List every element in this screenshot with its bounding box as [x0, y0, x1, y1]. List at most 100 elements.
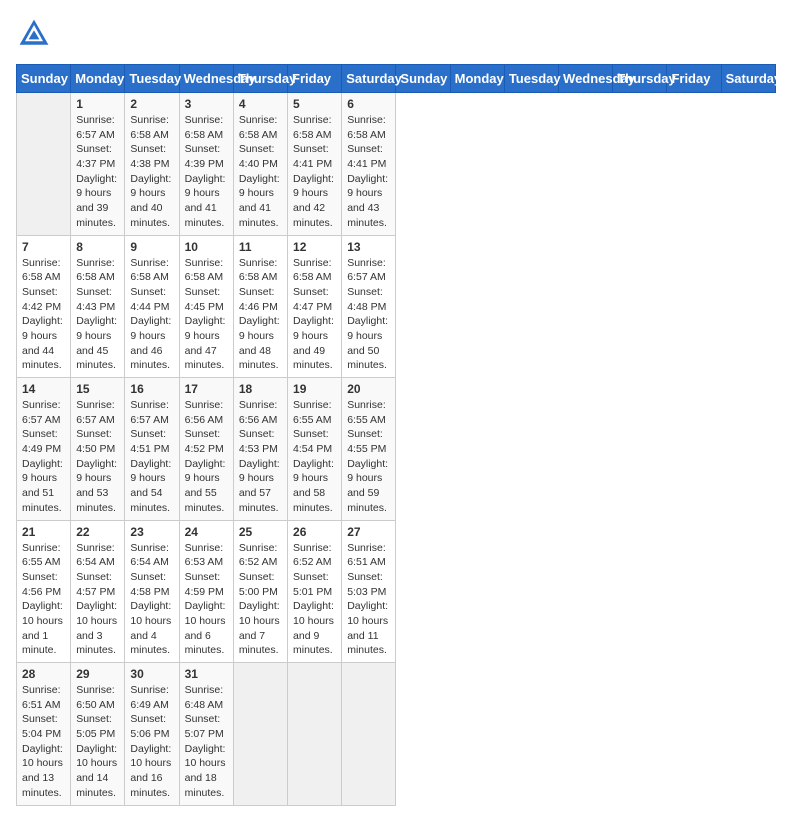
day-number: 18 [239, 382, 282, 396]
calendar-cell: 20 Sunrise: 6:55 AMSunset: 4:55 PMDaylig… [342, 378, 396, 521]
day-number: 15 [76, 382, 119, 396]
header-day-saturday: Saturday [721, 65, 775, 93]
day-info: Sunrise: 6:49 AMSunset: 5:06 PMDaylight:… [130, 683, 173, 801]
day-number: 6 [347, 97, 390, 111]
header-wednesday: Wednesday [179, 65, 233, 93]
calendar-cell: 8 Sunrise: 6:58 AMSunset: 4:43 PMDayligh… [71, 235, 125, 378]
day-info: Sunrise: 6:58 AMSunset: 4:47 PMDaylight:… [293, 256, 336, 374]
day-info: Sunrise: 6:57 AMSunset: 4:50 PMDaylight:… [76, 398, 119, 516]
calendar-cell: 3 Sunrise: 6:58 AMSunset: 4:39 PMDayligh… [179, 93, 233, 236]
calendar-cell: 10 Sunrise: 6:58 AMSunset: 4:45 PMDaylig… [179, 235, 233, 378]
header-tuesday: Tuesday [125, 65, 179, 93]
day-number: 13 [347, 240, 390, 254]
day-info: Sunrise: 6:52 AMSunset: 5:01 PMDaylight:… [293, 541, 336, 659]
calendar-cell: 27 Sunrise: 6:51 AMSunset: 5:03 PMDaylig… [342, 520, 396, 663]
day-number: 16 [130, 382, 173, 396]
logo-icon [16, 16, 52, 52]
calendar-cell: 14 Sunrise: 6:57 AMSunset: 4:49 PMDaylig… [17, 378, 71, 521]
calendar-cell [342, 663, 396, 806]
calendar-table: SundayMondayTuesdayWednesdayThursdayFrid… [16, 64, 776, 806]
calendar-cell [288, 663, 342, 806]
day-info: Sunrise: 6:56 AMSunset: 4:53 PMDaylight:… [239, 398, 282, 516]
day-info: Sunrise: 6:58 AMSunset: 4:46 PMDaylight:… [239, 256, 282, 374]
day-number: 7 [22, 240, 65, 254]
day-info: Sunrise: 6:55 AMSunset: 4:55 PMDaylight:… [347, 398, 390, 516]
day-number: 27 [347, 525, 390, 539]
day-info: Sunrise: 6:57 AMSunset: 4:37 PMDaylight:… [76, 113, 119, 231]
header-monday: Monday [71, 65, 125, 93]
header-day-thursday: Thursday [613, 65, 667, 93]
calendar-week-1: 1 Sunrise: 6:57 AMSunset: 4:37 PMDayligh… [17, 93, 776, 236]
calendar-cell: 5 Sunrise: 6:58 AMSunset: 4:41 PMDayligh… [288, 93, 342, 236]
day-number: 12 [293, 240, 336, 254]
day-number: 17 [185, 382, 228, 396]
day-number: 26 [293, 525, 336, 539]
day-info: Sunrise: 6:51 AMSunset: 5:03 PMDaylight:… [347, 541, 390, 659]
day-info: Sunrise: 6:58 AMSunset: 4:45 PMDaylight:… [185, 256, 228, 374]
calendar-cell: 1 Sunrise: 6:57 AMSunset: 4:37 PMDayligh… [71, 93, 125, 236]
day-number: 14 [22, 382, 65, 396]
day-number: 19 [293, 382, 336, 396]
day-number: 3 [185, 97, 228, 111]
day-number: 25 [239, 525, 282, 539]
calendar-cell: 7 Sunrise: 6:58 AMSunset: 4:42 PMDayligh… [17, 235, 71, 378]
day-number: 1 [76, 97, 119, 111]
calendar-cell: 31 Sunrise: 6:48 AMSunset: 5:07 PMDaylig… [179, 663, 233, 806]
calendar-week-2: 7 Sunrise: 6:58 AMSunset: 4:42 PMDayligh… [17, 235, 776, 378]
day-number: 10 [185, 240, 228, 254]
page-header [16, 16, 776, 52]
calendar-cell: 11 Sunrise: 6:58 AMSunset: 4:46 PMDaylig… [233, 235, 287, 378]
day-number: 24 [185, 525, 228, 539]
day-info: Sunrise: 6:58 AMSunset: 4:38 PMDaylight:… [130, 113, 173, 231]
calendar-cell: 26 Sunrise: 6:52 AMSunset: 5:01 PMDaylig… [288, 520, 342, 663]
day-info: Sunrise: 6:57 AMSunset: 4:51 PMDaylight:… [130, 398, 173, 516]
calendar-cell: 15 Sunrise: 6:57 AMSunset: 4:50 PMDaylig… [71, 378, 125, 521]
day-number: 30 [130, 667, 173, 681]
day-number: 21 [22, 525, 65, 539]
day-info: Sunrise: 6:52 AMSunset: 5:00 PMDaylight:… [239, 541, 282, 659]
day-info: Sunrise: 6:48 AMSunset: 5:07 PMDaylight:… [185, 683, 228, 801]
day-info: Sunrise: 6:54 AMSunset: 4:57 PMDaylight:… [76, 541, 119, 659]
day-info: Sunrise: 6:57 AMSunset: 4:48 PMDaylight:… [347, 256, 390, 374]
calendar-week-5: 28 Sunrise: 6:51 AMSunset: 5:04 PMDaylig… [17, 663, 776, 806]
header-friday: Friday [288, 65, 342, 93]
calendar-cell: 12 Sunrise: 6:58 AMSunset: 4:47 PMDaylig… [288, 235, 342, 378]
calendar-cell: 22 Sunrise: 6:54 AMSunset: 4:57 PMDaylig… [71, 520, 125, 663]
calendar-week-4: 21 Sunrise: 6:55 AMSunset: 4:56 PMDaylig… [17, 520, 776, 663]
calendar-cell: 29 Sunrise: 6:50 AMSunset: 5:05 PMDaylig… [71, 663, 125, 806]
calendar-cell: 17 Sunrise: 6:56 AMSunset: 4:52 PMDaylig… [179, 378, 233, 521]
day-info: Sunrise: 6:58 AMSunset: 4:43 PMDaylight:… [76, 256, 119, 374]
day-info: Sunrise: 6:58 AMSunset: 4:41 PMDaylight:… [293, 113, 336, 231]
calendar-cell: 16 Sunrise: 6:57 AMSunset: 4:51 PMDaylig… [125, 378, 179, 521]
header-day-tuesday: Tuesday [504, 65, 558, 93]
calendar-cell: 4 Sunrise: 6:58 AMSunset: 4:40 PMDayligh… [233, 93, 287, 236]
calendar-cell: 24 Sunrise: 6:53 AMSunset: 4:59 PMDaylig… [179, 520, 233, 663]
header-day-monday: Monday [450, 65, 504, 93]
day-number: 31 [185, 667, 228, 681]
calendar-cell: 23 Sunrise: 6:54 AMSunset: 4:58 PMDaylig… [125, 520, 179, 663]
calendar-week-3: 14 Sunrise: 6:57 AMSunset: 4:49 PMDaylig… [17, 378, 776, 521]
header-sunday: Sunday [17, 65, 71, 93]
day-number: 23 [130, 525, 173, 539]
calendar-cell: 6 Sunrise: 6:58 AMSunset: 4:41 PMDayligh… [342, 93, 396, 236]
calendar-cell [233, 663, 287, 806]
day-info: Sunrise: 6:55 AMSunset: 4:54 PMDaylight:… [293, 398, 336, 516]
calendar-cell: 28 Sunrise: 6:51 AMSunset: 5:04 PMDaylig… [17, 663, 71, 806]
calendar-cell: 25 Sunrise: 6:52 AMSunset: 5:00 PMDaylig… [233, 520, 287, 663]
day-info: Sunrise: 6:58 AMSunset: 4:44 PMDaylight:… [130, 256, 173, 374]
calendar-cell: 13 Sunrise: 6:57 AMSunset: 4:48 PMDaylig… [342, 235, 396, 378]
calendar-cell: 19 Sunrise: 6:55 AMSunset: 4:54 PMDaylig… [288, 378, 342, 521]
header-thursday: Thursday [233, 65, 287, 93]
day-info: Sunrise: 6:56 AMSunset: 4:52 PMDaylight:… [185, 398, 228, 516]
calendar-cell: 21 Sunrise: 6:55 AMSunset: 4:56 PMDaylig… [17, 520, 71, 663]
day-info: Sunrise: 6:54 AMSunset: 4:58 PMDaylight:… [130, 541, 173, 659]
day-number: 4 [239, 97, 282, 111]
day-info: Sunrise: 6:50 AMSunset: 5:05 PMDaylight:… [76, 683, 119, 801]
day-info: Sunrise: 6:53 AMSunset: 4:59 PMDaylight:… [185, 541, 228, 659]
header-day-wednesday: Wednesday [559, 65, 613, 93]
day-number: 28 [22, 667, 65, 681]
day-info: Sunrise: 6:58 AMSunset: 4:42 PMDaylight:… [22, 256, 65, 374]
calendar-cell: 2 Sunrise: 6:58 AMSunset: 4:38 PMDayligh… [125, 93, 179, 236]
header-saturday: Saturday [342, 65, 396, 93]
day-info: Sunrise: 6:58 AMSunset: 4:41 PMDaylight:… [347, 113, 390, 231]
